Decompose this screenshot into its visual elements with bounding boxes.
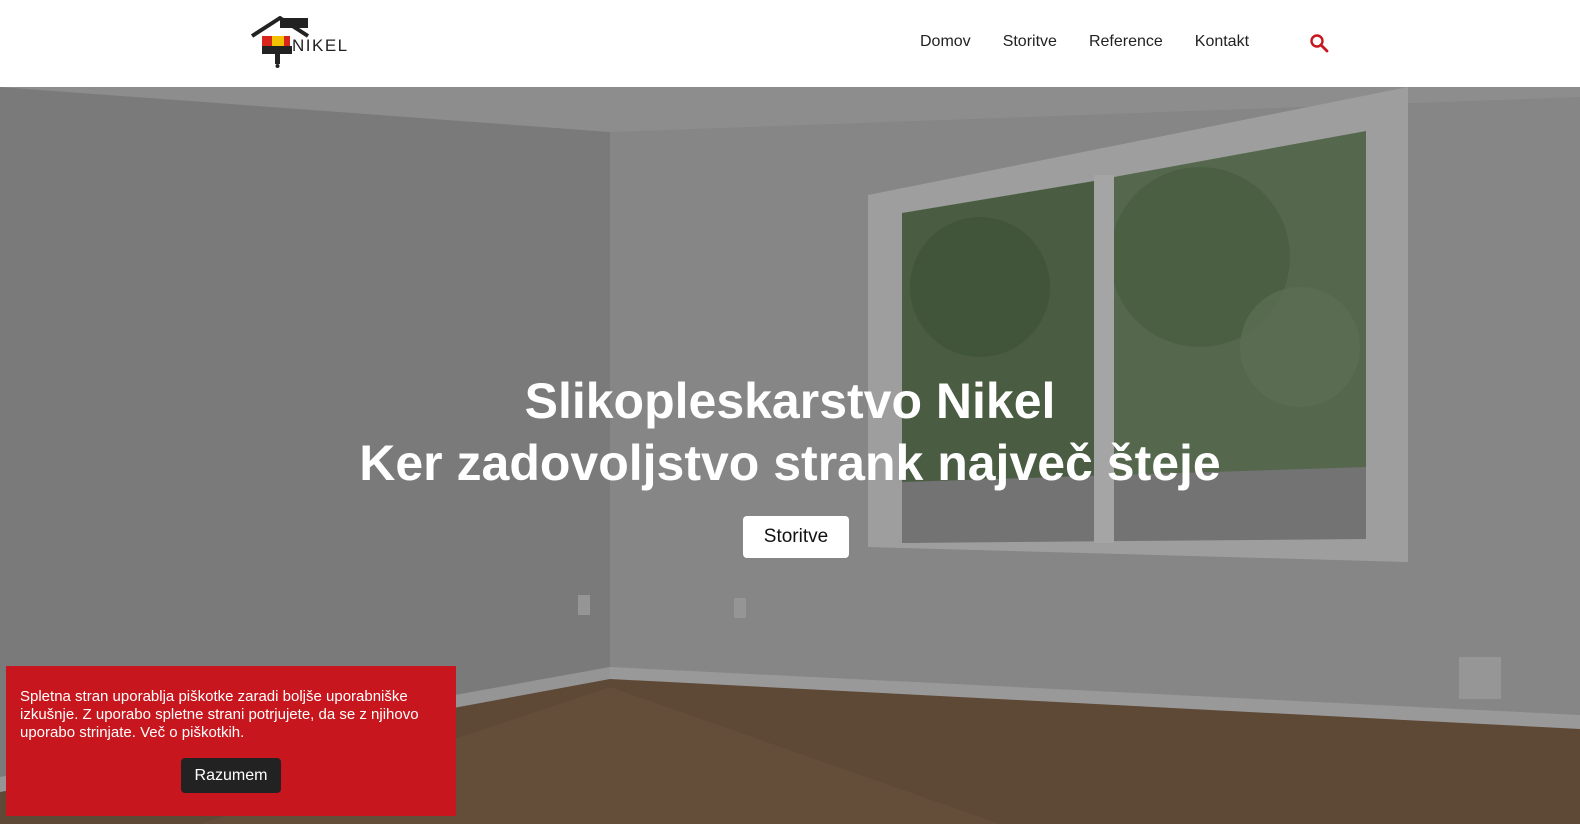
nav-item-reference[interactable]: Reference (1089, 33, 1163, 51)
cookie-text: Spletna stran uporablja piškotke zaradi … (20, 688, 419, 741)
hero-title-line1: Slikopleskarstvo Nikel (524, 373, 1056, 429)
hero-title-line2: Ker zadovoljstvo strank največ šteje (359, 435, 1221, 491)
nav-item-kontakt[interactable]: Kontakt (1195, 33, 1249, 51)
cookie-banner: Spletna stran uporablja piškotke zaradi … (6, 666, 456, 816)
logo-wordmark: NIKEL (292, 36, 349, 55)
main-nav: Domov Storitve Reference Kontakt (920, 33, 1281, 51)
nav-item-domov[interactable]: Domov (920, 33, 971, 51)
search-icon[interactable] (1309, 33, 1329, 53)
nav-item-storitve[interactable]: Storitve (1003, 33, 1057, 51)
nikel-logo[interactable]: NIKEL (250, 16, 362, 68)
storitve-button[interactable]: Storitve (743, 516, 849, 558)
accept-cookies-button[interactable]: Razumem (181, 758, 281, 793)
site-header: NIKEL Domov Storitve Reference Kontakt (0, 0, 1580, 87)
